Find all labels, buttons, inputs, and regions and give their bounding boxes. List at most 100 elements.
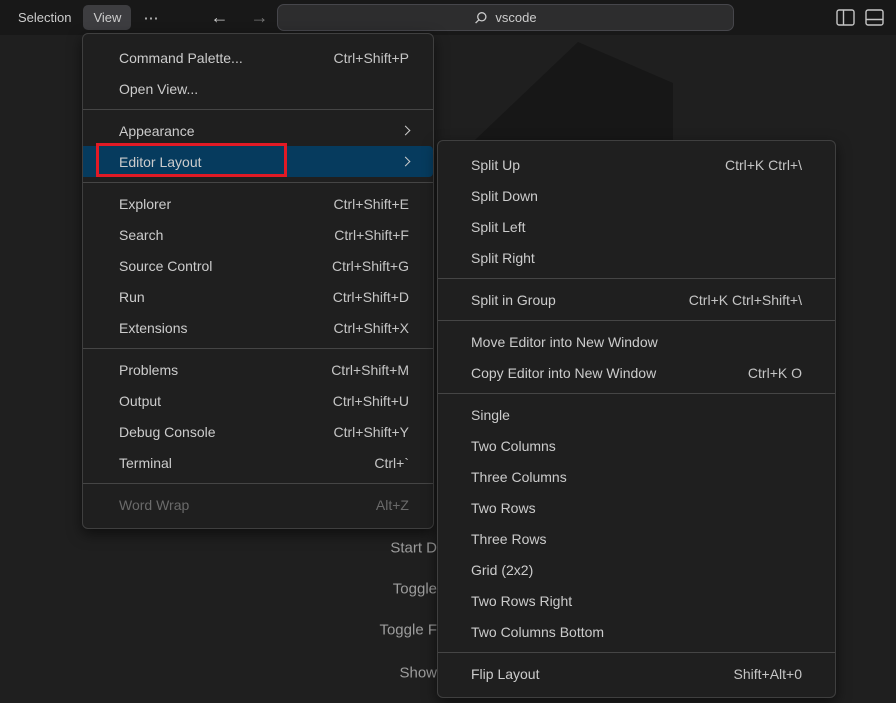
menubar-item-selection[interactable]: Selection	[8, 5, 81, 30]
menu-item-label: Word Wrap	[119, 497, 189, 513]
submenu-item-three-rows[interactable]: Three Rows	[438, 523, 835, 554]
menu-item-label: Search	[119, 227, 163, 243]
menu-item-label: Single	[471, 407, 510, 423]
editor-layout-submenu: Split Up Ctrl+K Ctrl+\ Split Down Split …	[437, 140, 836, 698]
submenu-item-flip-layout[interactable]: Flip Layout Shift+Alt+0	[438, 658, 835, 689]
submenu-item-split-down[interactable]: Split Down	[438, 180, 835, 211]
menu-item-shortcut: Ctrl+Shift+U	[333, 393, 409, 409]
menu-item-output[interactable]: Output Ctrl+Shift+U	[83, 385, 433, 416]
menu-item-shortcut: Shift+Alt+0	[734, 666, 803, 682]
layout-panel-icon[interactable]	[865, 9, 884, 26]
menu-item-label: Two Rows	[471, 500, 536, 516]
search-icon	[474, 11, 488, 25]
navigate-back-icon[interactable]: ←	[199, 7, 239, 28]
navigate-forward-icon[interactable]: →	[239, 7, 279, 28]
title-bar: Selection View ⋯ ← → vscode	[0, 0, 896, 35]
view-menu-dropdown: Command Palette... Ctrl+Shift+P Open Vie…	[82, 33, 434, 529]
submenu-item-grid-2x2[interactable]: Grid (2x2)	[438, 554, 835, 585]
submenu-item-single[interactable]: Single	[438, 399, 835, 430]
menu-item-label: Output	[119, 393, 161, 409]
menu-item-editor-layout[interactable]: Editor Layout	[83, 146, 433, 177]
submenu-item-split-right[interactable]: Split Right	[438, 242, 835, 273]
menu-item-shortcut: Ctrl+Shift+F	[334, 227, 409, 243]
background-text-show: Show	[399, 665, 437, 682]
menu-item-label: Problems	[119, 362, 178, 378]
menu-separator	[438, 652, 835, 653]
menu-item-label: Split Down	[471, 188, 538, 204]
chevron-right-icon	[401, 126, 411, 136]
menu-item-shortcut: Ctrl+Shift+G	[332, 258, 409, 274]
menu-item-appearance[interactable]: Appearance	[83, 115, 433, 146]
menu-item-label: Split Up	[471, 157, 520, 173]
menu-separator	[83, 109, 433, 110]
background-text-start-debugging: Start D	[390, 540, 437, 557]
menu-item-shortcut: Ctrl+K Ctrl+\	[725, 157, 802, 173]
menu-item-command-palette[interactable]: Command Palette... Ctrl+Shift+P	[83, 42, 433, 73]
command-center-search[interactable]: vscode	[277, 4, 734, 31]
menu-item-label: Two Columns	[471, 438, 556, 454]
menu-item-shortcut: Ctrl+K O	[748, 365, 802, 381]
submenu-item-copy-editor-into-new-window[interactable]: Copy Editor into New Window Ctrl+K O	[438, 357, 835, 388]
menu-item-source-control[interactable]: Source Control Ctrl+Shift+G	[83, 250, 433, 281]
menu-item-label: Appearance	[119, 123, 195, 139]
menu-item-label: Split Left	[471, 219, 525, 235]
submenu-item-two-rows[interactable]: Two Rows	[438, 492, 835, 523]
menu-item-label: Explorer	[119, 196, 171, 212]
menu-item-label: Source Control	[119, 258, 212, 274]
menu-item-label: Three Rows	[471, 531, 546, 547]
menubar-more-icon[interactable]: ⋯	[133, 4, 169, 32]
menu-item-label: Debug Console	[119, 424, 216, 440]
menu-item-label: Editor Layout	[119, 154, 202, 170]
menu-item-problems[interactable]: Problems Ctrl+Shift+M	[83, 354, 433, 385]
menu-item-word-wrap[interactable]: Word Wrap Alt+Z	[83, 489, 433, 520]
menu-item-shortcut: Ctrl+Shift+X	[334, 320, 409, 336]
menu-item-label: Run	[119, 289, 145, 305]
submenu-item-split-in-group[interactable]: Split in Group Ctrl+K Ctrl+Shift+\	[438, 284, 835, 315]
menu-item-label: Flip Layout	[471, 666, 539, 682]
submenu-item-two-rows-right[interactable]: Two Rows Right	[438, 585, 835, 616]
menu-item-label: Command Palette...	[119, 50, 243, 66]
menu-item-label: Open View...	[119, 81, 198, 97]
search-value: vscode	[495, 10, 536, 25]
menu-item-extensions[interactable]: Extensions Ctrl+Shift+X	[83, 312, 433, 343]
submenu-item-three-columns[interactable]: Three Columns	[438, 461, 835, 492]
menu-item-label: Two Columns Bottom	[471, 624, 604, 640]
menu-separator	[83, 483, 433, 484]
menu-item-label: Two Rows Right	[471, 593, 572, 609]
submenu-item-split-up[interactable]: Split Up Ctrl+K Ctrl+\	[438, 149, 835, 180]
menu-item-label: Extensions	[119, 320, 187, 336]
menu-item-shortcut: Ctrl+Shift+D	[333, 289, 409, 305]
menu-item-debug-console[interactable]: Debug Console Ctrl+Shift+Y	[83, 416, 433, 447]
menu-item-label: Terminal	[119, 455, 172, 471]
menu-item-shortcut: Alt+Z	[376, 497, 409, 513]
menu-item-open-view[interactable]: Open View...	[83, 73, 433, 104]
menu-separator	[83, 182, 433, 183]
menu-item-run[interactable]: Run Ctrl+Shift+D	[83, 281, 433, 312]
menu-separator	[438, 278, 835, 279]
background-text-toggle-f: Toggle F	[379, 622, 437, 639]
menu-item-shortcut: Ctrl+`	[374, 455, 409, 471]
menu-item-label: Grid (2x2)	[471, 562, 533, 578]
menu-item-label: Split Right	[471, 250, 535, 266]
submenu-item-split-left[interactable]: Split Left	[438, 211, 835, 242]
menu-item-shortcut: Ctrl+K Ctrl+Shift+\	[689, 292, 802, 308]
vscode-logo-watermark	[430, 35, 680, 140]
menu-item-terminal[interactable]: Terminal Ctrl+`	[83, 447, 433, 478]
menu-separator	[438, 393, 835, 394]
menubar-item-view[interactable]: View	[83, 5, 131, 30]
background-text-toggle: Toggle	[393, 581, 437, 598]
layout-sidebar-icon[interactable]	[836, 9, 855, 26]
menu-item-label: Split in Group	[471, 292, 556, 308]
menu-item-shortcut: Ctrl+Shift+Y	[334, 424, 409, 440]
menu-item-label: Three Columns	[471, 469, 567, 485]
menu-item-shortcut: Ctrl+Shift+E	[334, 196, 409, 212]
menu-item-explorer[interactable]: Explorer Ctrl+Shift+E	[83, 188, 433, 219]
submenu-item-two-columns[interactable]: Two Columns	[438, 430, 835, 461]
menu-item-label: Move Editor into New Window	[471, 334, 658, 350]
menu-item-search[interactable]: Search Ctrl+Shift+F	[83, 219, 433, 250]
submenu-item-move-editor-into-new-window[interactable]: Move Editor into New Window	[438, 326, 835, 357]
menu-separator	[438, 320, 835, 321]
menu-item-shortcut: Ctrl+Shift+M	[331, 362, 409, 378]
submenu-item-two-columns-bottom[interactable]: Two Columns Bottom	[438, 616, 835, 647]
menu-item-shortcut: Ctrl+Shift+P	[334, 50, 409, 66]
